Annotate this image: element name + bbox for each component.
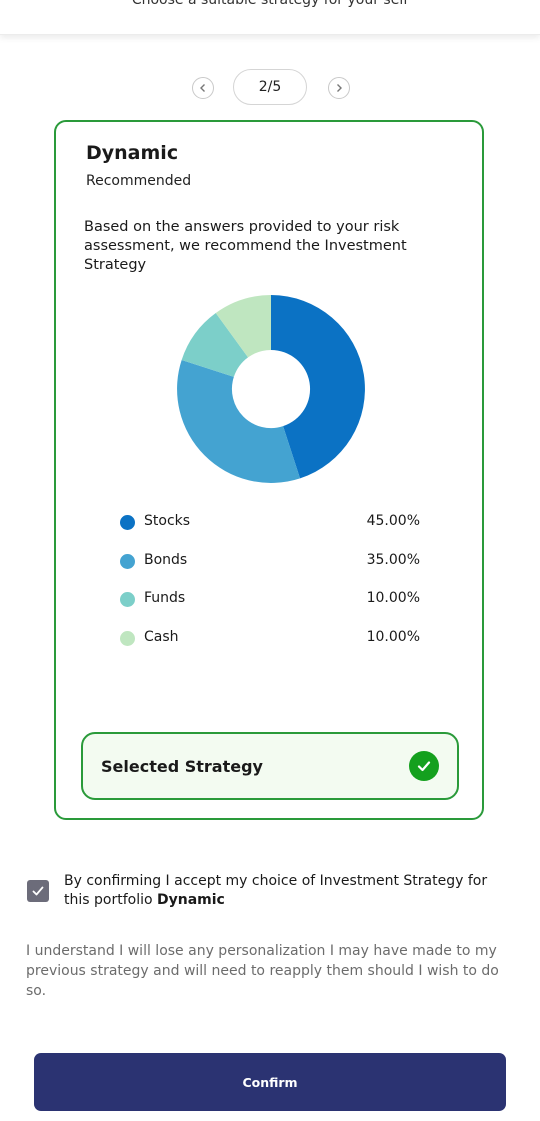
legend-label: Stocks: [144, 513, 191, 529]
personalization-note: I understand I will lose any personaliza…: [26, 943, 499, 999]
legend-dot: [120, 553, 135, 569]
consent-checkbox[interactable]: [27, 880, 49, 902]
selected-strategy-label: Selected Strategy: [101, 757, 263, 776]
prev-strategy-button[interactable]: [192, 77, 214, 99]
check-circle-icon: [409, 751, 439, 781]
legend-value: 10.00%: [366, 628, 420, 645]
strategy-title: Dynamic: [86, 142, 179, 164]
allocation-donut-chart: [177, 295, 365, 483]
legend-dot: [120, 630, 135, 646]
legend-row: Stocks 45.00%: [120, 512, 430, 551]
legend-row: Funds 10.00%: [120, 589, 430, 628]
legend-value: 10.00%: [366, 590, 420, 606]
selected-strategy-box[interactable]: Selected Strategy: [81, 732, 459, 800]
legend-row: Bonds 35.00%: [120, 551, 430, 590]
legend-value: 45.00%: [366, 513, 420, 529]
legend-label: Cash: [144, 628, 179, 645]
strategy-card: Dynamic Recommended Based on the answers…: [54, 120, 484, 820]
legend-label: Funds: [144, 590, 186, 606]
next-strategy-button[interactable]: [328, 77, 350, 99]
consent-text-prefix: By confirming I accept my choice of Inve…: [64, 873, 488, 908]
allocation-legend: Stocks 45.00% Bonds 35.00% Funds 10.00% …: [120, 512, 430, 666]
consent-text: By confirming I accept my choice of Inve…: [64, 872, 504, 910]
legend-label: Bonds: [144, 551, 188, 568]
legend-dot: [120, 592, 135, 607]
chevron-left-icon: [200, 84, 205, 92]
checkmark-icon: [32, 886, 44, 896]
donut-slice-bonds: [177, 359, 301, 483]
legend-dot: [120, 515, 135, 530]
strategy-description: Based on the answers provided to your ri…: [84, 219, 407, 273]
strategy-pager: 2/5: [0, 69, 540, 105]
legend-row: Cash 10.00%: [120, 628, 430, 667]
top-header: Choose a suitable strategy for your self: [0, 0, 540, 35]
chevron-right-icon: [337, 84, 342, 92]
page-indicator: 2/5: [233, 69, 307, 105]
legend-value: 35.00%: [366, 551, 420, 568]
consent-strategy-name: Dynamic: [156, 892, 225, 908]
confirm-button[interactable]: Confirm: [34, 1053, 506, 1111]
header-subtitle: Choose a suitable strategy for your self: [131, 0, 409, 8]
strategy-subtitle: Recommended: [86, 173, 192, 189]
